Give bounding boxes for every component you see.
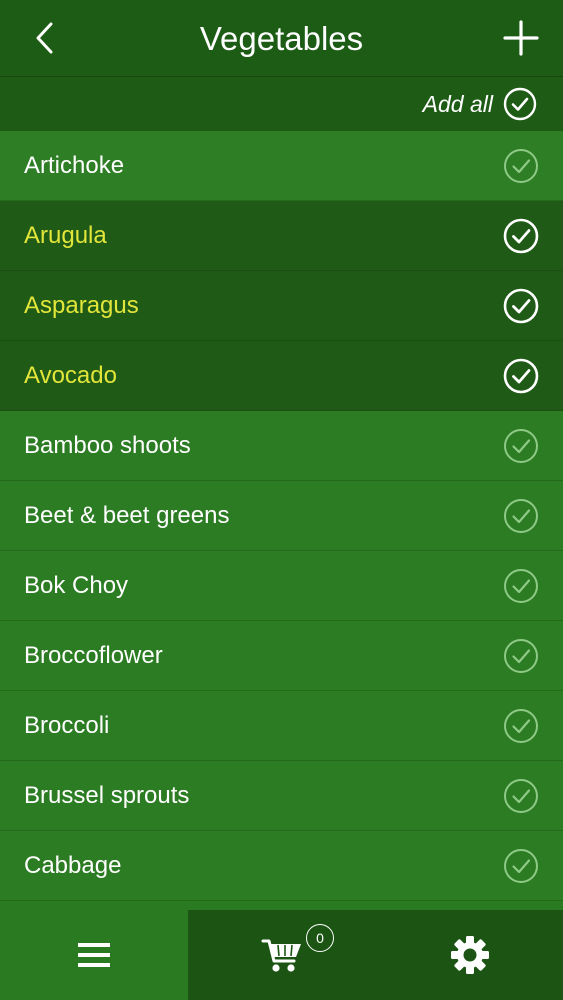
add-item-button[interactable] (499, 16, 543, 60)
check-circle-icon[interactable] (503, 288, 539, 324)
add-all-label: Add all (422, 90, 493, 117)
list-item[interactable]: Artichoke (0, 131, 563, 201)
tab-lists[interactable] (0, 910, 188, 1000)
check-circle-icon[interactable] (503, 778, 539, 814)
app-screen: Vegetables Add all Artichoke Arugula Aspar… (0, 0, 563, 1000)
list-item-label: Arugula (24, 222, 107, 249)
list-item-label: Broccoli (24, 712, 110, 739)
list-item-label: Cabbage (24, 852, 122, 879)
chevron-left-icon (36, 22, 53, 54)
list-item[interactable]: Bamboo shoots (0, 411, 563, 481)
list-item[interactable]: Avocado (0, 341, 563, 411)
check-circle-icon[interactable] (503, 498, 539, 534)
list-item-label: Artichoke (24, 152, 125, 179)
list-item-label: Asparagus (24, 292, 139, 319)
check-circle-icon[interactable] (503, 848, 539, 884)
list-item-label: Avocado (24, 362, 117, 389)
list-item-label: Brussel sprouts (24, 782, 190, 809)
tab-cart[interactable]: 0 (188, 910, 376, 1000)
cart-count-badge: 0 (306, 924, 334, 952)
list-item-label: Bok Choy (24, 572, 129, 599)
check-circle-icon[interactable] (503, 638, 539, 674)
list-item[interactable]: Brussel sprouts (0, 761, 563, 831)
navigation-bar: Vegetables (0, 0, 563, 77)
list-item[interactable]: Bok Choy (0, 551, 563, 621)
list-item[interactable]: Broccoflower (0, 621, 563, 691)
plus-icon (503, 20, 539, 56)
hamburger-menu-icon (78, 943, 110, 967)
list-item[interactable]: Asparagus (0, 271, 563, 341)
check-circle-icon[interactable] (503, 568, 539, 604)
list-item[interactable]: Cabbage (0, 831, 563, 901)
list-item-label: Bamboo shoots (24, 432, 191, 459)
page-title: Vegetables (199, 20, 364, 57)
add-all-bar: Add all (0, 77, 563, 131)
check-circle-icon[interactable] (503, 148, 539, 184)
list-item[interactable]: Arugula (0, 201, 563, 271)
list-item[interactable]: Broccoli (0, 691, 563, 761)
check-circle-icon[interactable] (503, 358, 539, 394)
back-button[interactable] (22, 16, 66, 60)
check-circle-icon[interactable] (503, 708, 539, 744)
check-circle-icon[interactable] (503, 428, 539, 464)
add-all-button[interactable]: Add all (423, 77, 537, 131)
tab-bar: 0 (0, 910, 563, 1000)
list-item-label: Broccoflower (24, 642, 163, 669)
gear-icon (450, 936, 489, 974)
check-circle-icon[interactable] (503, 218, 539, 254)
shopping-cart-icon (261, 939, 301, 972)
check-circle-icon (503, 87, 537, 121)
vegetable-list: Artichoke Arugula Asparagus Avocado Bamboo s… (0, 131, 563, 901)
tab-settings[interactable] (376, 910, 563, 1000)
list-item[interactable]: Beet & beet greens (0, 481, 563, 551)
list-item-label: Beet & beet greens (24, 502, 230, 529)
